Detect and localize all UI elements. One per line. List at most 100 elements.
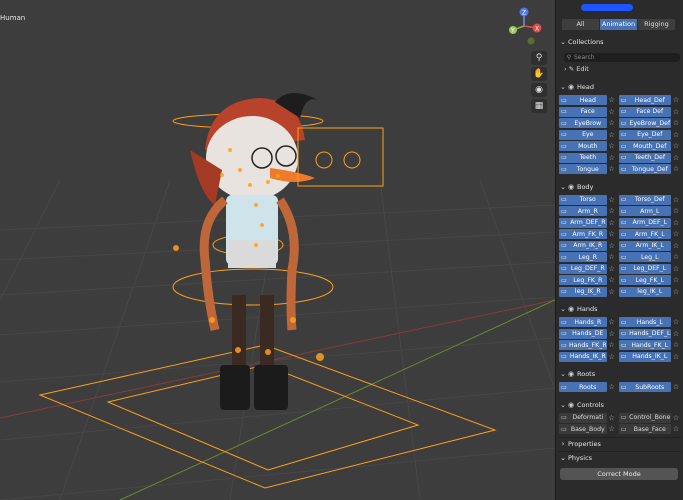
star-icon[interactable]: ☆: [607, 119, 617, 127]
bone-collection-item[interactable]: ▭ Teeth_Def: [618, 152, 671, 163]
star-icon[interactable]: ☆: [607, 341, 617, 349]
star-icon[interactable]: ☆: [671, 276, 681, 284]
tab-rigging[interactable]: Rigging: [638, 19, 675, 30]
group-header-body[interactable]: ⌄ ◉ Body: [558, 181, 682, 193]
star-icon[interactable]: ☆: [671, 341, 681, 349]
star-icon[interactable]: ☆: [607, 196, 617, 204]
bone-collection-item[interactable]: ▭ Leg_DEF_L: [618, 263, 671, 274]
star-icon[interactable]: ☆: [607, 330, 617, 338]
bone-collection-item[interactable]: ▭ leg_IK_L: [618, 286, 671, 297]
star-icon[interactable]: ☆: [671, 253, 681, 261]
grid-view-icon[interactable]: ▦: [531, 99, 547, 113]
star-icon[interactable]: ☆: [671, 196, 681, 204]
eye-icon[interactable]: ◉: [568, 305, 577, 313]
star-icon[interactable]: ☆: [671, 96, 681, 104]
bone-collection-item[interactable]: ▭ EyeBrow_Def: [618, 118, 671, 128]
star-icon[interactable]: ☆: [671, 318, 681, 326]
bone-collection-item[interactable]: ▭ Leg_L: [618, 252, 671, 262]
bone-collection-item[interactable]: ▭ Hands_DE: [559, 328, 607, 339]
bone-collection-item[interactable]: ▭ Tongue_Def: [618, 164, 671, 174]
edit-row[interactable]: › ✎ Edit: [564, 64, 674, 74]
bone-collection-item[interactable]: ▭ Hands_IK_R: [559, 351, 607, 362]
bone-collection-item[interactable]: ▭ Arm_DEF_L: [618, 217, 671, 228]
star-icon[interactable]: ☆: [607, 242, 617, 250]
group-header-head[interactable]: ⌄ ◉ Head: [558, 81, 682, 93]
group-header-roots[interactable]: ⌄ ◉ Roots: [558, 368, 682, 380]
bone-collection-item[interactable]: ▭ Leg_R: [559, 252, 607, 262]
bone-collection-item[interactable]: ▭ Torso: [559, 194, 607, 205]
pan-hand-icon[interactable]: ✋: [531, 67, 547, 81]
correct-mode-button[interactable]: Correct Mode: [560, 468, 678, 480]
star-icon[interactable]: ☆: [671, 119, 681, 127]
star-icon[interactable]: ☆: [671, 154, 681, 162]
star-icon[interactable]: ☆: [671, 142, 681, 150]
star-icon[interactable]: ☆: [607, 207, 617, 215]
star-icon[interactable]: ☆: [607, 219, 617, 227]
bone-collection-item[interactable]: ▭ Leg_FK_R: [559, 275, 607, 285]
eye-icon[interactable]: ◉: [568, 83, 577, 91]
bone-collection-item[interactable]: ▭ Hands_R: [559, 317, 607, 327]
collections-header[interactable]: ⌄ Collections: [558, 36, 682, 48]
eye-icon[interactable]: ◉: [568, 370, 577, 378]
bone-collection-item[interactable]: ▭ Base_Body: [559, 424, 607, 434]
star-icon[interactable]: ☆: [607, 253, 617, 261]
zoom-icon[interactable]: ⚲: [531, 51, 547, 65]
bone-collection-item[interactable]: ▭ Arm_IK_R: [559, 240, 607, 251]
star-icon[interactable]: ☆: [671, 383, 681, 391]
tab-all[interactable]: All: [562, 19, 599, 30]
star-icon[interactable]: ☆: [607, 318, 617, 326]
star-icon[interactable]: ☆: [607, 154, 617, 162]
bone-collection-item[interactable]: ▭ Mouth: [559, 141, 607, 151]
search-input[interactable]: ⚲ Search: [564, 53, 680, 62]
star-icon[interactable]: ☆: [607, 353, 617, 361]
bone-collection-item[interactable]: ▭ Hands_FK_R: [559, 340, 607, 350]
bone-collection-item[interactable]: ▭ Eye_Def: [618, 129, 671, 140]
star-icon[interactable]: ☆: [607, 165, 617, 173]
bone-collection-item[interactable]: ▭ Leg_FK_L: [618, 275, 671, 285]
bone-collection-item[interactable]: ▭ Eye: [559, 129, 607, 140]
star-icon[interactable]: ☆: [671, 242, 681, 250]
bone-collection-item[interactable]: ▭ Hands_DEF_L: [618, 328, 671, 339]
bone-collection-item[interactable]: ▭ Arm_FK_L: [618, 229, 671, 239]
bone-collection-item[interactable]: ▭ Head_Def: [618, 95, 671, 105]
bone-collection-item[interactable]: ▭ Arm_FK_R: [559, 229, 607, 239]
bone-collection-item[interactable]: ▭ Roots: [559, 382, 607, 392]
star-icon[interactable]: ☆: [671, 207, 681, 215]
star-icon[interactable]: ☆: [671, 219, 681, 227]
star-icon[interactable]: ☆: [671, 330, 681, 338]
star-icon[interactable]: ☆: [607, 383, 617, 391]
bone-collection-item[interactable]: ▭ Mouth_Def: [618, 141, 671, 151]
star-icon[interactable]: ☆: [607, 108, 617, 116]
bone-collection-item[interactable]: ▭ Base_Face: [618, 424, 671, 434]
bone-collection-item[interactable]: ▭ Hands_FK_L: [618, 340, 671, 350]
bone-collection-item[interactable]: ▭ Tongue: [559, 164, 607, 174]
star-icon[interactable]: ☆: [671, 265, 681, 273]
character-model[interactable]: [173, 92, 384, 410]
bone-collection-item[interactable]: ▭ Control_Bone: [618, 412, 671, 423]
star-icon[interactable]: ☆: [607, 276, 617, 284]
bone-collection-item[interactable]: ▭ Head: [559, 95, 607, 105]
star-icon[interactable]: ☆: [671, 353, 681, 361]
bone-collection-item[interactable]: ▭ leg_IK_R: [559, 286, 607, 297]
camera-icon[interactable]: ◉: [531, 83, 547, 97]
star-icon[interactable]: ☆: [607, 414, 617, 422]
star-icon[interactable]: ☆: [607, 142, 617, 150]
star-icon[interactable]: ☆: [671, 288, 681, 296]
star-icon[interactable]: ☆: [607, 96, 617, 104]
tab-animation[interactable]: Animation: [600, 19, 637, 30]
group-header-controls[interactable]: ⌄ ◉ Controls: [558, 399, 682, 411]
3d-viewport[interactable]: Human Z X Y ⚲ ✋ ◉ ▦: [0, 0, 555, 500]
bone-collection-item[interactable]: ▭ Face: [559, 106, 607, 117]
bone-collection-item[interactable]: ▭ Torso_Def: [618, 194, 671, 205]
bone-collection-item[interactable]: ▭ Arm_DEF_R: [559, 217, 607, 228]
bone-collection-item[interactable]: ▭ Arm_IK_L: [618, 240, 671, 251]
axis-gizmo[interactable]: Z X Y: [508, 6, 548, 46]
bone-collection-item[interactable]: ▭ Arm_R: [559, 206, 607, 216]
star-icon[interactable]: ☆: [671, 425, 681, 433]
bone-collection-item[interactable]: ▭ EyeBrow: [559, 118, 607, 128]
eye-icon[interactable]: ◉: [568, 183, 577, 191]
bone-collection-item[interactable]: ▭ Leg_DEF_R: [559, 263, 607, 274]
star-icon[interactable]: ☆: [607, 288, 617, 296]
star-icon[interactable]: ☆: [671, 131, 681, 139]
group-header-hands[interactable]: ⌄ ◉ Hands: [558, 303, 682, 315]
